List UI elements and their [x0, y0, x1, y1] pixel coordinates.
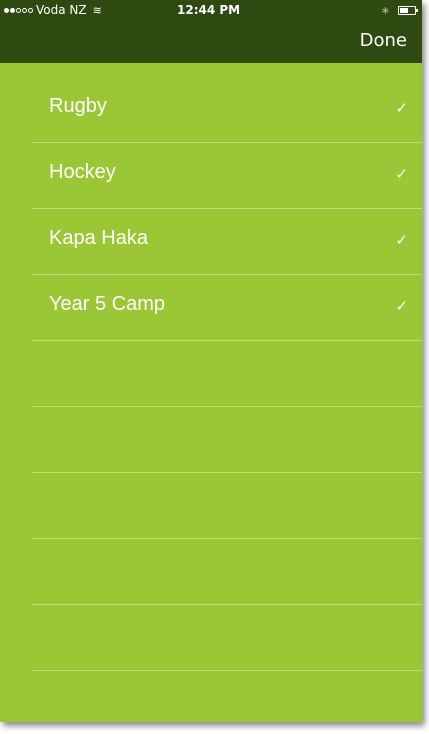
signal-dot	[4, 7, 9, 13]
signal-dot	[28, 7, 33, 13]
selection-list: Rugby ✓ Hockey ✓ Kapa Haka ✓ Year 5 Camp…	[0, 77, 422, 722]
done-button[interactable]: Done	[360, 30, 407, 51]
list-item-label: Rugby	[49, 95, 107, 117]
status-right: ∗	[380, 4, 418, 17]
list-item-hockey[interactable]: Hockey ✓	[32, 143, 422, 209]
phone-screen: Voda NZ ≋ 12:44 PM ∗ Done Rugby ✓ Hockey…	[0, 0, 422, 722]
empty-row	[32, 407, 422, 473]
list-item-label: Kapa Haka	[49, 227, 148, 249]
list-item-kapa-haka[interactable]: Kapa Haka ✓	[32, 209, 422, 275]
status-left: Voda NZ ≋	[4, 3, 102, 17]
bluetooth-icon: ∗	[380, 4, 390, 17]
list-item-label: Hockey	[49, 161, 116, 183]
battery-fill	[400, 8, 408, 13]
empty-row	[32, 539, 422, 605]
checkmark-icon: ✓	[395, 165, 408, 183]
empty-row	[32, 671, 422, 722]
signal-strength-icon	[4, 7, 33, 13]
navigation-bar: Done	[0, 20, 422, 63]
empty-row	[32, 473, 422, 539]
checkmark-icon: ✓	[395, 231, 408, 249]
list-item-label: Year 5 Camp	[49, 293, 165, 315]
status-bar: Voda NZ ≋ 12:44 PM ∗	[0, 0, 422, 20]
checkmark-icon: ✓	[395, 99, 408, 117]
list-item-year-5-camp[interactable]: Year 5 Camp ✓	[32, 275, 422, 341]
carrier-name: Voda NZ	[36, 3, 87, 17]
battery-icon	[398, 6, 418, 15]
battery-tip	[416, 9, 418, 12]
signal-dot	[10, 7, 15, 13]
list-item-rugby[interactable]: Rugby ✓	[32, 77, 422, 143]
signal-dot	[16, 7, 21, 13]
wifi-icon: ≋	[92, 3, 102, 17]
status-time: 12:44 PM	[177, 3, 241, 17]
empty-row	[32, 341, 422, 407]
signal-dot	[22, 7, 27, 13]
empty-row	[32, 605, 422, 671]
checkmark-icon: ✓	[395, 297, 408, 315]
